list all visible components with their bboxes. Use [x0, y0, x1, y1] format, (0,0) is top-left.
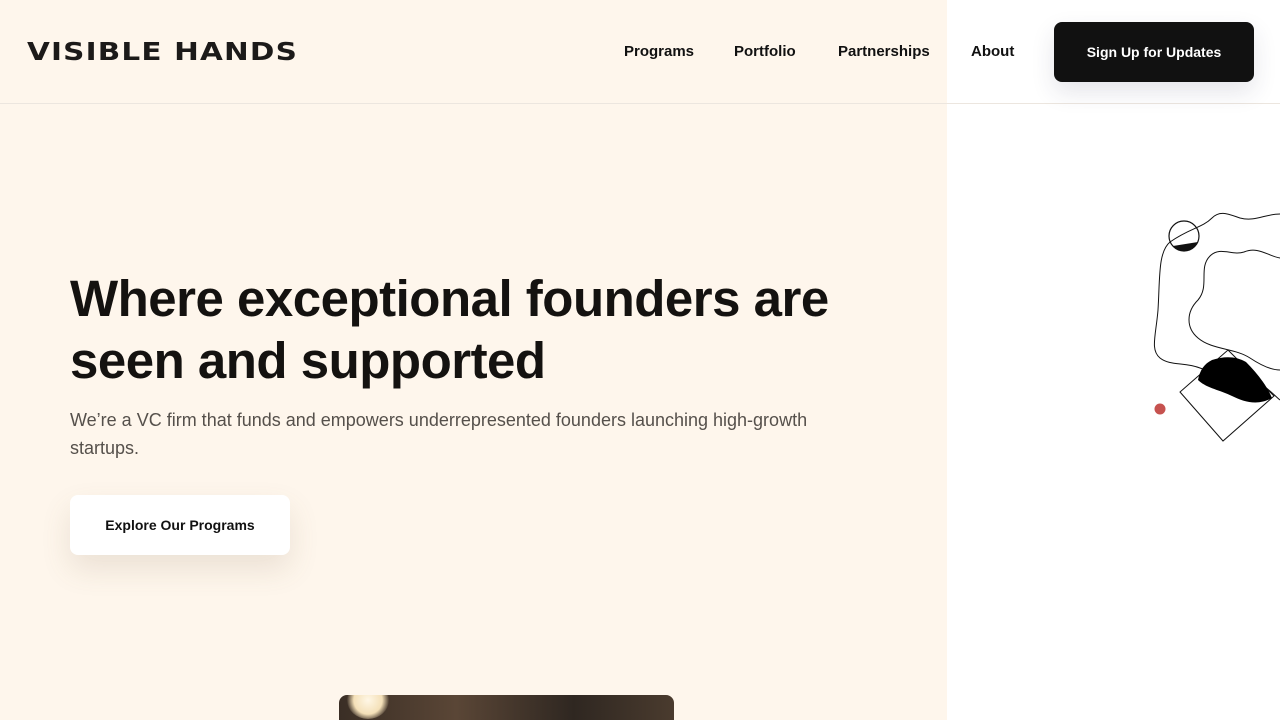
hero-subtitle: We’re a VC firm that funds and empowers …	[70, 410, 808, 458]
inner-wavy-line	[1188, 249, 1280, 371]
lamp-light	[347, 695, 389, 719]
red-dot	[1154, 403, 1166, 415]
sign-up-button[interactable]: Sign Up for Updates	[1054, 22, 1254, 82]
nav-link-about[interactable]: About	[971, 41, 1014, 63]
nav-link-portfolio[interactable]: Portfolio	[734, 41, 796, 63]
explore-programs-button[interactable]: Explore Our Programs	[70, 495, 290, 555]
abstract-line-illustration	[1153, 212, 1280, 442]
nav-link-partnerships[interactable]: Partnerships	[838, 41, 930, 63]
nav-link-programs[interactable]: Programs	[624, 41, 694, 63]
hero-photo	[339, 695, 674, 720]
page: VISIBLE HANDS Programs Portfolio Partner…	[0, 0, 1280, 720]
hero-title: Where exceptional founders are seen and …	[70, 270, 829, 389]
site-logo[interactable]: VISIBLE HANDS	[27, 37, 298, 67]
site-header: VISIBLE HANDS Programs Portfolio Partner…	[0, 0, 1280, 104]
